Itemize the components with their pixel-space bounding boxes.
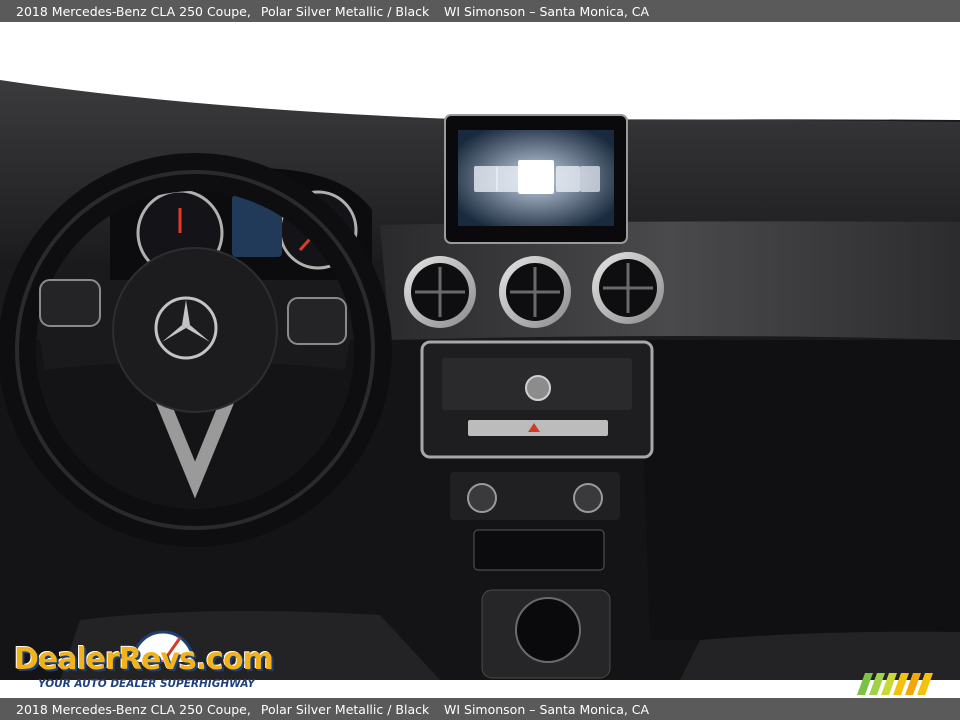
stripes-logo-icon (857, 673, 933, 695)
dealer-name: WI Simonson – Santa Monica, CA (444, 3, 650, 19)
vehicle-color: Polar Silver Metallic / Black (260, 3, 430, 19)
air-vents (404, 252, 664, 328)
dealer-revs-tagline: YOUR AUTO DEALER SUPERHIGHWAY (38, 678, 255, 690)
vehicle-title: 2018 Mercedes-Benz CLA 250 Coupe, (16, 3, 251, 19)
vehicle-title-bottom: 2018 Mercedes-Benz CLA 250 Coupe, (16, 701, 251, 717)
glove-box (640, 340, 960, 640)
bottom-caption-bar: 2018 Mercedes-Benz CLA 250 Coupe, Polar … (0, 698, 960, 720)
dealer-name-bottom: WI Simonson – Santa Monica, CA (444, 701, 650, 717)
dealer-revs-watermark: DealerRevs.com YOUR AUTO DEALER SUPERHIG… (10, 622, 274, 692)
dashboard-photo (0, 40, 960, 680)
top-caption-bar: 2018 Mercedes-Benz CLA 250 Coupe, Polar … (0, 0, 960, 22)
vehicle-color-bottom: Polar Silver Metallic / Black (260, 701, 430, 717)
infotainment-screen (444, 114, 628, 244)
dealer-revs-logo: DealerRevs.com (14, 642, 274, 677)
